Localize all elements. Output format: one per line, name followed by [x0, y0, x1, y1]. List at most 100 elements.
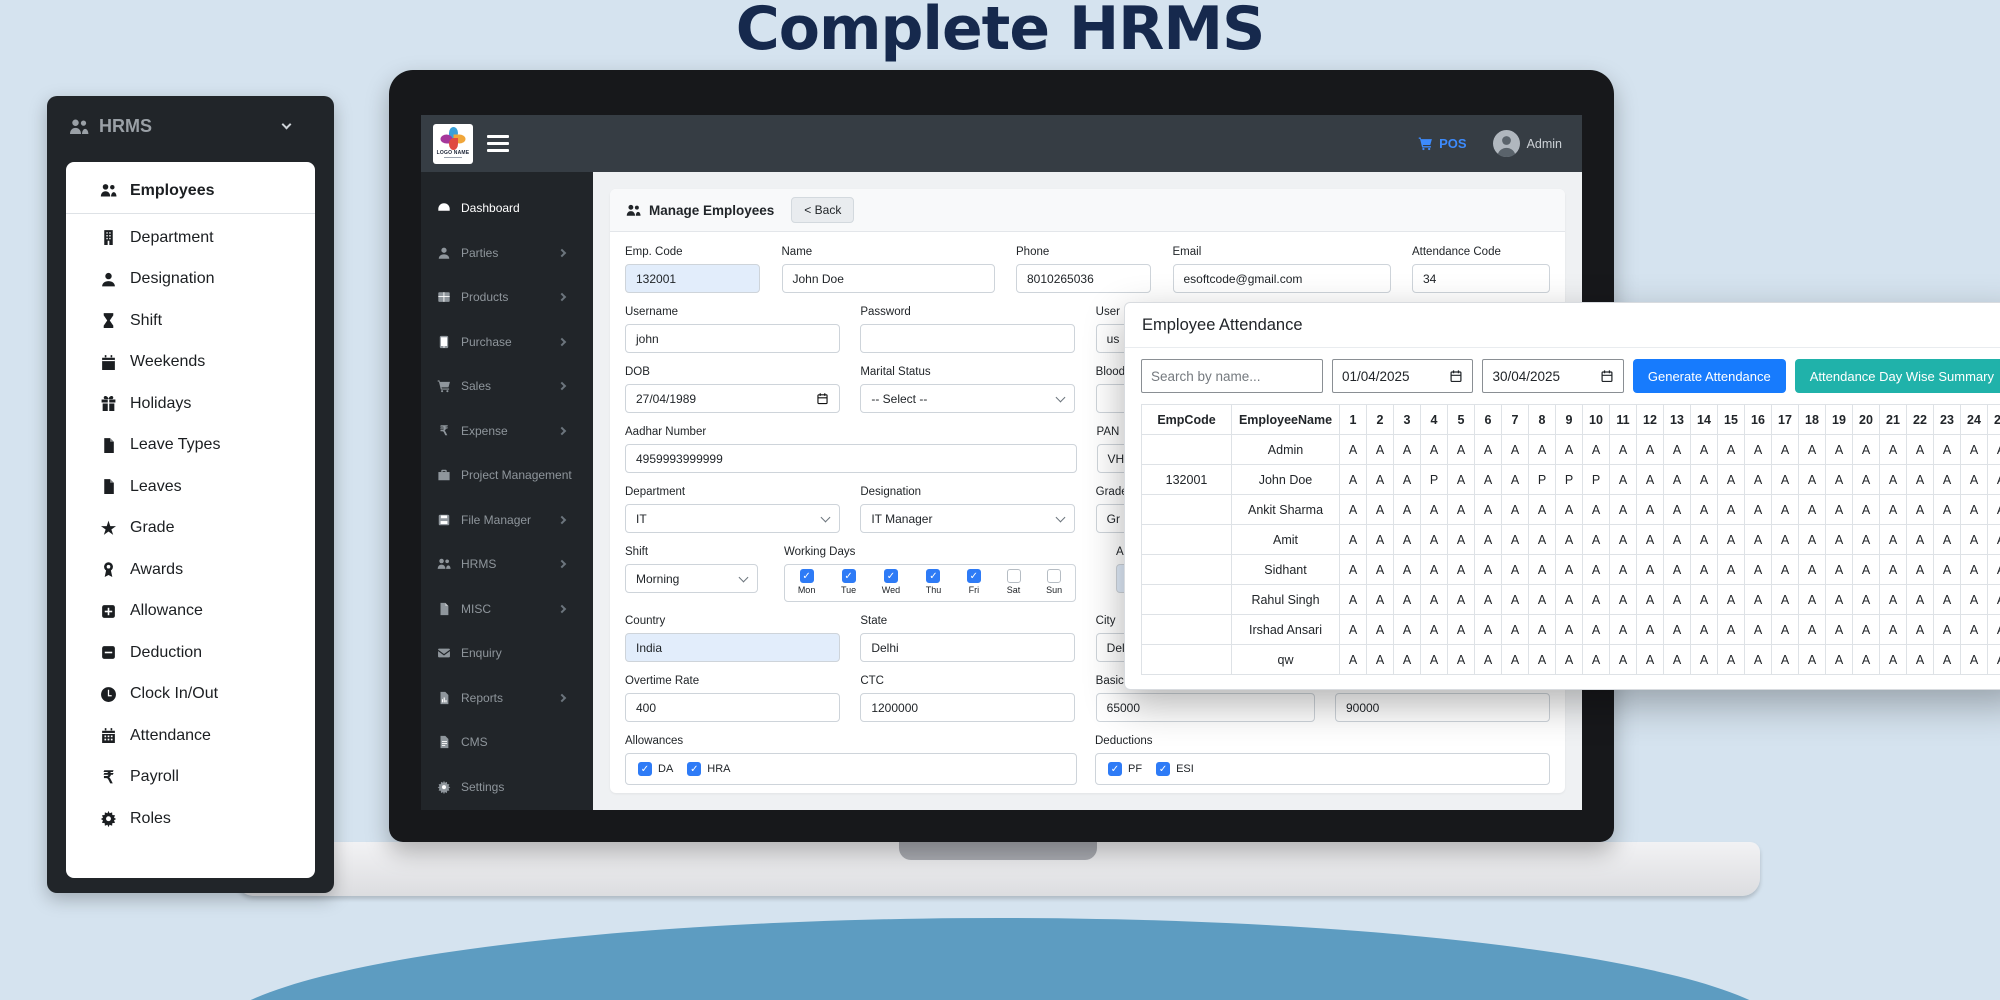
state-field[interactable]: Delhi — [860, 633, 1075, 662]
app-navbar: LOGO NAME POS Admin — [421, 115, 1582, 172]
sidebar-item-hrms[interactable]: HRMS — [421, 542, 593, 587]
designation-select[interactable]: IT Manager — [860, 504, 1075, 533]
attendance-cell: A — [1691, 615, 1718, 645]
attendance-cell: A — [1772, 555, 1799, 585]
empcode-cell — [1142, 615, 1232, 645]
menu-item-clock-in-out[interactable]: Clock In/Out — [66, 674, 315, 716]
sidebar-item-products[interactable]: Products — [421, 275, 593, 320]
menu-item-department[interactable]: Department — [66, 217, 315, 259]
panel-header[interactable]: HRMS — [47, 96, 334, 153]
emp-code-field[interactable]: 132001 — [625, 264, 760, 293]
checkbox-esi[interactable]: ✓ — [1156, 762, 1170, 776]
checkbox-sun[interactable] — [1047, 569, 1061, 583]
pos-button[interactable]: POS — [1418, 136, 1466, 151]
marital-status-select[interactable]: -- Select -- — [860, 384, 1075, 413]
attendance-cell: A — [1529, 555, 1556, 585]
admin-menu[interactable]: Admin — [1493, 130, 1562, 157]
ctc-field[interactable]: 1200000 — [860, 693, 1075, 722]
menu-item-shift[interactable]: Shift — [66, 300, 315, 342]
checkbox-hra[interactable]: ✓ — [687, 762, 701, 776]
dob-field[interactable]: 27/04/1989 — [625, 384, 840, 413]
briefcase-icon — [437, 468, 451, 482]
basic-salary-field[interactable]: 65000 — [1096, 693, 1315, 722]
checkbox-wed[interactable]: ✓ — [884, 569, 898, 583]
sidebar-item-sales[interactable]: Sales — [421, 364, 593, 409]
shift-select[interactable]: Morning — [625, 564, 758, 593]
salary-field[interactable]: 90000 — [1335, 693, 1550, 722]
checkbox-mon[interactable]: ✓ — [800, 569, 814, 583]
menu-item-payroll[interactable]: ₹Payroll — [66, 757, 315, 799]
sidebar-item-enquiry[interactable]: Enquiry — [421, 631, 593, 676]
empcode-cell — [1142, 525, 1232, 555]
country-field[interactable]: India — [625, 633, 840, 662]
person-icon — [100, 271, 117, 288]
name-label: Name — [782, 246, 995, 258]
menu-item-roles[interactable]: Roles — [66, 798, 315, 840]
back-button[interactable]: < Back — [791, 197, 854, 223]
menu-item-leave-types[interactable]: Leave Types — [66, 425, 315, 467]
department-label: Department — [625, 486, 840, 498]
menu-item-label: Deduction — [130, 644, 202, 662]
attendance-cell: A — [1421, 555, 1448, 585]
sidebar-item-parties[interactable]: Parties — [421, 231, 593, 276]
menu-item-designation[interactable]: Designation — [66, 259, 315, 301]
hamburger-icon[interactable] — [487, 135, 509, 152]
attendance-cell: A — [1853, 615, 1880, 645]
aadhar-field[interactable]: 4959993999999 — [625, 444, 1077, 473]
sidebar-item-cms[interactable]: CMS — [421, 720, 593, 765]
menu-item-awards[interactable]: Awards — [66, 549, 315, 591]
attendance-cell: A — [1826, 435, 1853, 465]
sidebar-item-reports[interactable]: Reports — [421, 676, 593, 721]
checkbox-fri[interactable]: ✓ — [967, 569, 981, 583]
menu-item-holidays[interactable]: Holidays — [66, 383, 315, 425]
menu-item-leaves[interactable]: Leaves — [66, 466, 315, 508]
overtime-field[interactable]: 400 — [625, 693, 840, 722]
sidebar-item-label: MISC — [461, 602, 491, 616]
app-logo[interactable]: LOGO NAME — [433, 124, 473, 164]
sidebar-item-label: Parties — [461, 246, 498, 260]
sidebar-item-settings[interactable]: Settings — [421, 765, 593, 810]
checkbox-tue[interactable]: ✓ — [842, 569, 856, 583]
attendance-code-field[interactable]: 34 — [1412, 264, 1550, 293]
employeename-column-header: EmployeeName — [1232, 405, 1340, 435]
search-input[interactable] — [1141, 359, 1323, 393]
ctc-label: CTC — [860, 675, 1075, 687]
email-field[interactable]: esoftcode@gmail.com — [1173, 264, 1391, 293]
date-to-input[interactable]: 30/04/2025 — [1482, 359, 1623, 393]
sidebar-item-purchase[interactable]: Purchase — [421, 320, 593, 365]
sidebar-item-expense[interactable]: ₹Expense — [421, 409, 593, 454]
pos-label: POS — [1439, 136, 1466, 151]
day-column-header: 14 — [1691, 405, 1718, 435]
attendance-cell: A — [1637, 495, 1664, 525]
menu-item-weekends[interactable]: Weekends — [66, 342, 315, 384]
attendance-cell: A — [1583, 555, 1610, 585]
attendance-cell: A — [1394, 525, 1421, 555]
chevron-right-icon — [558, 293, 566, 301]
sidebar-item-dashboard[interactable]: Dashboard — [421, 186, 593, 231]
menu-item-grade[interactable]: ★Grade — [66, 508, 315, 550]
hrms-feature-panel: HRMS EmployeesDepartmentDesignationShift… — [47, 96, 334, 893]
department-select[interactable]: IT — [625, 504, 840, 533]
menu-item-deduction[interactable]: Deduction — [66, 632, 315, 674]
sidebar-item-misc[interactable]: MISC — [421, 587, 593, 632]
menu-item-attendance[interactable]: Attendance — [66, 715, 315, 757]
password-field[interactable] — [860, 324, 1075, 353]
date-from-input[interactable]: 01/04/2025 — [1332, 359, 1473, 393]
menu-item-allowance[interactable]: Allowance — [66, 591, 315, 633]
sidebar-item-file-manager[interactable]: File Manager — [421, 498, 593, 543]
checkbox-pf[interactable]: ✓ — [1108, 762, 1122, 776]
username-field[interactable]: john — [625, 324, 840, 353]
menu-item-employees[interactable]: Employees — [66, 168, 315, 214]
checkbox-da[interactable]: ✓ — [638, 762, 652, 776]
generate-attendance-button[interactable]: Generate Attendance — [1633, 359, 1786, 393]
phone-field[interactable]: 8010265036 — [1016, 264, 1151, 293]
checkbox-sat[interactable] — [1007, 569, 1021, 583]
checkbox-thu[interactable]: ✓ — [926, 569, 940, 583]
day-wise-summary-button[interactable]: Attendance Day Wise Summary — [1795, 359, 2000, 393]
sidebar-item-label: HRMS — [461, 557, 496, 571]
attendance-row: qwAAAAAAAAAAAAAAAAAAAAAAAAA — [1142, 645, 2000, 675]
name-field[interactable]: John Doe — [782, 264, 995, 293]
grid-icon — [437, 290, 451, 304]
day-column-header: 17 — [1772, 405, 1799, 435]
sidebar-item-project-management[interactable]: Project Management — [421, 453, 593, 498]
